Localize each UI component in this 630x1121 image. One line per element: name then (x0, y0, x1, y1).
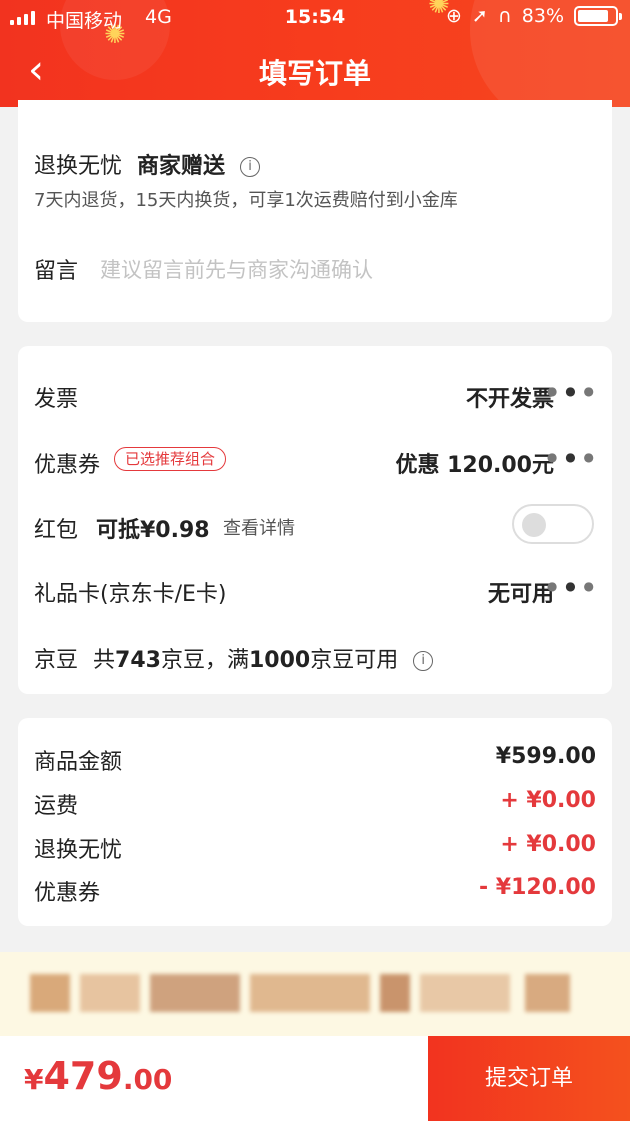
redpacket-amount: 可抵¥0.98 (96, 518, 210, 543)
redpacket-label: 红包 (34, 518, 79, 543)
redacted-block (420, 974, 510, 1012)
jingdou-label: 京豆 (34, 648, 79, 673)
summary-value: + ¥0.00 (500, 832, 596, 857)
return-service-row[interactable]: 退换无忧 商家赠送 i (34, 148, 261, 180)
giftcard-label: 礼品卡(京东卡/E卡) (34, 582, 227, 607)
header: ✺ ✺ 中国移动 4G 15:54 ⊕ ➚ ∩ 83% ‹ 填写订单 (0, 0, 630, 107)
summary-value: ¥599.00 (495, 744, 596, 769)
total-currency: ¥ (24, 1063, 44, 1096)
more-icon[interactable]: ● ● ● (547, 384, 596, 398)
message-label: 留言 (34, 259, 79, 284)
redacted-block (250, 974, 370, 1012)
location-icon: ➚ (471, 5, 488, 27)
jingdou-threshold: 1000 (248, 648, 311, 673)
jingdou-prefix: 共 (93, 648, 116, 673)
checkout-bar: ¥479.00 提交订单 (0, 1036, 630, 1121)
page-title: 填写订单 (258, 57, 371, 90)
jingdou-suffix: 京豆可用 (310, 648, 399, 673)
summary-value: - ¥120.00 (479, 875, 596, 900)
coupon-value[interactable]: 优惠 120.00元 (395, 447, 554, 479)
return-service-desc: 7天内退货，15天内换货，可享1次运费赔付到小金库 (34, 190, 458, 211)
jingdou-mid: 京豆，满 (160, 648, 249, 673)
summary-label: 优惠券 (34, 881, 101, 906)
coupon-label: 优惠券 (34, 453, 101, 478)
more-icon[interactable]: ● ● ● (547, 579, 596, 593)
status-bar: 中国移动 4G 15:54 ⊕ ➚ ∩ 83% (0, 0, 630, 36)
info-icon[interactable]: i (240, 157, 261, 177)
invoice-value[interactable]: 不开发票 (466, 381, 554, 413)
return-and-message-card: 退换无忧 商家赠送 i 7天内退货，15天内换货，可享1次运费赔付到小金库 留言… (18, 100, 612, 322)
price-summary-card: 商品金额 ¥599.00 运费 + ¥0.00 退换无忧 + ¥0.00 优惠券… (18, 718, 612, 926)
redpacket-detail-link[interactable]: 查看详情 (223, 514, 295, 540)
order-total: ¥479.00 (24, 1054, 172, 1098)
battery-icon (574, 6, 622, 26)
return-service-gift: 商家赠送 (137, 154, 226, 179)
jingdou-row: 京豆 共743京豆，满1000京豆可用 i (34, 642, 434, 674)
battery-percent: 83% (521, 5, 564, 27)
total-decimal: .00 (122, 1063, 173, 1096)
return-service-title: 退换无忧 (34, 154, 123, 179)
headphones-icon: ∩ (497, 5, 512, 27)
info-icon[interactable]: i (413, 651, 434, 671)
redacted-block (380, 974, 410, 1012)
jingdou-count: 743 (115, 648, 161, 673)
redacted-block (30, 974, 70, 1012)
redacted-block (80, 974, 140, 1012)
address-notice[interactable] (0, 952, 630, 1036)
redpacket-toggle[interactable] (512, 504, 594, 544)
total-integer: 479 (43, 1054, 123, 1098)
giftcard-value[interactable]: 无可用 (488, 576, 554, 608)
redacted-block (525, 974, 570, 1012)
redacted-block (150, 974, 240, 1012)
submit-order-button[interactable]: 提交订单 (428, 1036, 630, 1121)
coupon-badge: 已选推荐组合 (114, 447, 227, 471)
message-input[interactable]: 建议留言前先与商家沟通确认 (100, 254, 373, 284)
status-icons: ⊕ ➚ ∩ 83% (446, 5, 622, 27)
summary-value: + ¥0.00 (500, 788, 596, 813)
summary-label: 运费 (34, 794, 79, 819)
more-icon[interactable]: ● ● ● (547, 450, 596, 464)
orientation-lock-icon: ⊕ (446, 5, 462, 27)
discount-card: 发票 不开发票 ● ● ● 优惠券 已选推荐组合 优惠 120.00元 ● ● … (18, 346, 612, 694)
summary-label: 商品金额 (34, 750, 123, 775)
invoice-label: 发票 (34, 387, 79, 412)
summary-label: 退换无忧 (34, 838, 123, 863)
